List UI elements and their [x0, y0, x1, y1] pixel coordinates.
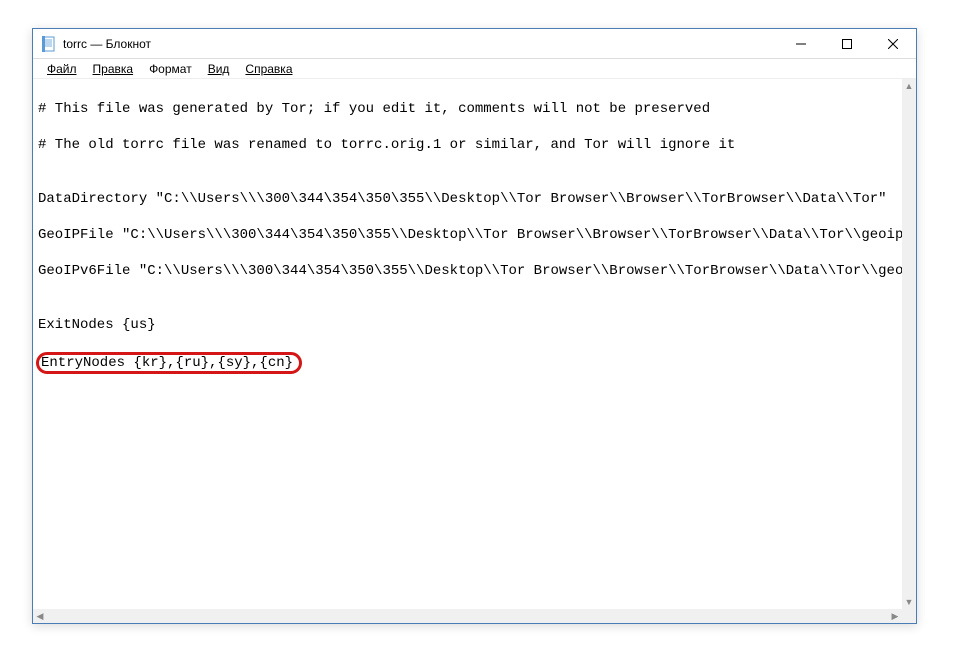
window-controls	[778, 29, 916, 58]
titlebar-left: torrc — Блокнот	[33, 36, 151, 52]
highlighted-entry: EntryNodes {kr},{ru},{sy},{cn}	[36, 352, 302, 374]
menu-help[interactable]: Справка	[237, 60, 300, 78]
text-line: # The old torrc file was renamed to torr…	[38, 136, 897, 154]
menu-edit[interactable]: Правка	[85, 60, 142, 78]
text-line: # This file was generated by Tor; if you…	[38, 100, 897, 118]
scroll-left-arrow-icon[interactable]: ◀	[33, 609, 47, 623]
scroll-corner	[902, 609, 916, 623]
text-line: GeoIPv6File "C:\\Users\\\300\344\354\350…	[38, 262, 897, 280]
notepad-window: torrc — Блокнот Файл Правка Формат Вид С…	[32, 28, 917, 624]
text-line: DataDirectory "C:\\Users\\\300\344\354\3…	[38, 190, 897, 208]
text-editor[interactable]: # This file was generated by Tor; if you…	[33, 79, 902, 609]
content-area: # This file was generated by Tor; if you…	[33, 79, 916, 623]
menu-view[interactable]: Вид	[200, 60, 238, 78]
menubar: Файл Правка Формат Вид Справка	[33, 59, 916, 79]
scroll-up-arrow-icon[interactable]: ▲	[902, 79, 916, 93]
close-button[interactable]	[870, 29, 916, 58]
vertical-scrollbar[interactable]: ▲ ▼	[902, 79, 916, 609]
text-line: EntryNodes {kr},{ru},{sy},{cn}	[38, 352, 897, 374]
text-line: GeoIPFile "C:\\Users\\\300\344\354\350\3…	[38, 226, 897, 244]
minimize-button[interactable]	[778, 29, 824, 58]
scroll-right-arrow-icon[interactable]: ▶	[888, 609, 902, 623]
maximize-button[interactable]	[824, 29, 870, 58]
text-line: ExitNodes {us}	[38, 316, 897, 334]
scroll-down-arrow-icon[interactable]: ▼	[902, 595, 916, 609]
notepad-icon	[41, 36, 57, 52]
window-title: torrc — Блокнот	[63, 37, 151, 51]
menu-format[interactable]: Формат	[141, 60, 200, 78]
menu-file[interactable]: Файл	[39, 60, 85, 78]
titlebar: torrc — Блокнот	[33, 29, 916, 59]
horizontal-scrollbar[interactable]: ◀ ▶	[33, 609, 902, 623]
